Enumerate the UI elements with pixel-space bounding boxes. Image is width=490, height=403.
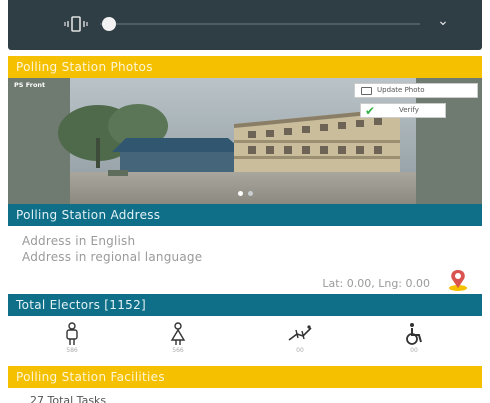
address-section-header: Polling Station Address [8,204,482,226]
electors-row: 586 566 00 00 [8,318,482,362]
pwd-count: 00 [410,347,418,354]
photos-section-header: Polling Station Photos [8,56,482,78]
carousel-dot[interactable] [248,191,253,196]
elector-pwd: 00 [384,322,444,362]
volume-slider-track[interactable] [100,23,420,25]
update-photo-button[interactable]: Update Photo [354,83,478,98]
volume-slider-thumb[interactable] [102,17,116,31]
carousel-dot-active[interactable] [238,191,243,196]
map-pin-icon[interactable] [446,268,470,292]
total-tasks-label: 27 Total Tasks [30,394,107,403]
facilities-section-header: Polling Station Facilities [8,366,482,388]
vibrate-icon[interactable] [64,14,88,34]
elector-female: 566 [148,322,208,362]
male-count: 586 [66,347,78,354]
electors-section-header: Total Electors [1152] [8,294,482,316]
top-bar: ⌄ [0,0,490,56]
photo-label: PS Front [14,81,46,89]
address-english: Address in English [22,234,136,248]
pwd-wheelchair-icon [406,323,422,345]
verify-button[interactable]: ✔ Verify [360,103,446,118]
chevron-down-icon[interactable]: ⌄ [436,14,450,28]
polling-station-photo[interactable]: PS Front Update Photo ✔ Verify [8,78,482,204]
verify-label: Verify [399,106,419,114]
male-voter-icon [66,322,78,345]
third-gender-count: 00 [296,347,304,354]
address-card: Address in English Address in regional l… [8,226,482,294]
update-photo-label: Update Photo [377,86,425,94]
elector-third-gender: 00 [270,322,330,362]
address-regional: Address in regional language [22,250,203,264]
latlng-readout: Lat: 0.00, Lng: 0.00 [322,277,430,290]
female-count: 566 [172,347,184,354]
elector-male: 586 [42,322,102,362]
volume-panel: ⌄ [8,0,482,50]
check-icon: ✔ [365,104,376,118]
female-voter-icon [170,322,186,345]
third-gender-icon [288,325,312,341]
camera-icon [361,87,372,95]
